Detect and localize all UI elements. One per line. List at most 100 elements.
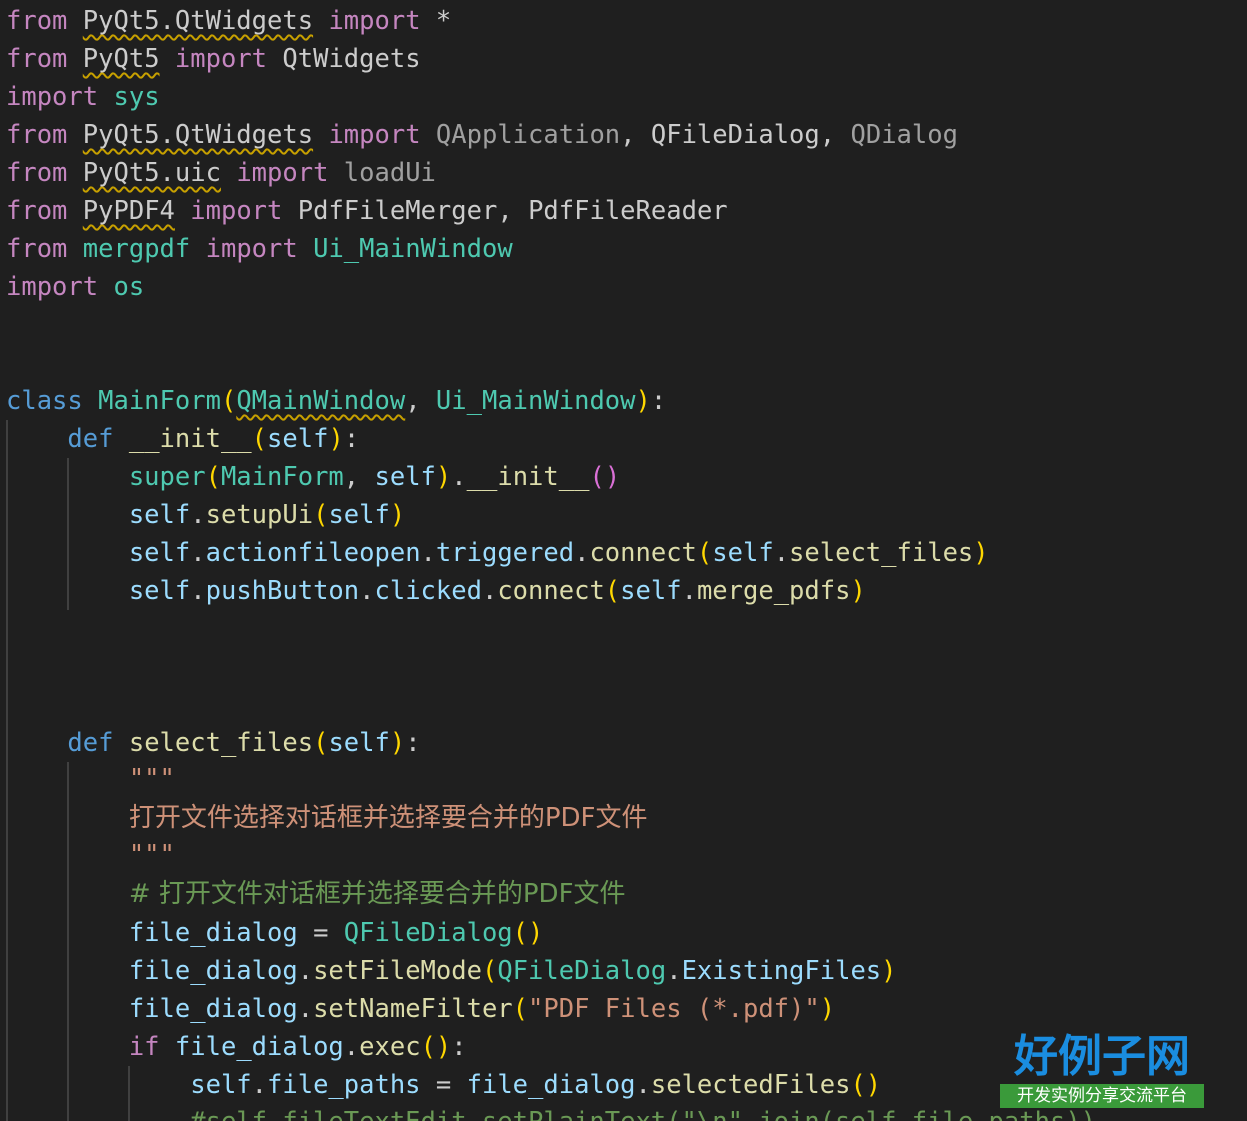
keyword: class — [6, 386, 83, 416]
method-name: __init__ — [466, 462, 590, 492]
class-name: QFileDialog — [343, 918, 513, 948]
self-ref: self — [128, 576, 191, 606]
code-line-20[interactable]: file_dialog = QFileDialog() — [6, 914, 544, 952]
site-watermark-logo: 好例子网 开发实例分享交流平台 — [1000, 1030, 1204, 1110]
module-name: mergpdf — [82, 234, 191, 264]
method-name: setupUi — [205, 500, 314, 530]
class-name: MainForm — [220, 462, 344, 492]
self-ref: self — [128, 500, 191, 530]
parameter: self — [267, 424, 329, 454]
code-line-24[interactable]: self.file_paths = file_dialog.selectedFi… — [6, 1066, 881, 1104]
method-name: selectedFiles — [650, 1070, 851, 1100]
module-name: PyQt5 — [82, 44, 160, 74]
keyword: import — [174, 44, 268, 74]
import-name: QtWidgets — [282, 44, 421, 74]
code-line-4[interactable]: from PyQt5.QtWidgets import QApplication… — [6, 116, 958, 154]
docstring-quote: """ — [128, 840, 175, 870]
code-line-10[interactable]: def __init__(self): — [6, 420, 359, 458]
code-line-18[interactable]: """ — [6, 836, 175, 874]
keyword: from — [6, 158, 68, 188]
self-ref: self — [128, 538, 191, 568]
code-line-7[interactable]: from mergpdf import Ui_MainWindow — [6, 230, 513, 268]
module-name: PyQt5.QtWidgets — [82, 120, 314, 150]
import-name: PdfFileReader — [528, 196, 728, 226]
variable: file_dialog — [128, 956, 298, 986]
keyword: def — [67, 424, 114, 454]
module-name: sys — [113, 82, 160, 112]
attribute: ExistingFiles — [681, 956, 882, 986]
wildcard: * — [435, 6, 452, 36]
module-name: PyQt5.uic — [82, 158, 221, 188]
keyword: import — [6, 272, 99, 302]
code-line-3[interactable]: import sys — [6, 78, 160, 116]
code-line-17[interactable]: 打开文件选择对话框并选择要合并的PDF文件 — [6, 799, 648, 837]
self-ref: self — [712, 538, 774, 568]
self-ref: self — [190, 1070, 252, 1100]
function-name: select_files — [128, 728, 314, 758]
keyword: from — [6, 234, 68, 264]
code-editor[interactable]: from PyQt5.QtWidgets import * from PyQt5… — [0, 0, 1247, 1121]
keyword: import — [328, 120, 421, 150]
method-name: exec — [359, 1032, 421, 1062]
code-line-23[interactable]: if file_dialog.exec(): — [6, 1028, 467, 1066]
attribute: pushButton — [205, 576, 360, 606]
self-ref: self — [328, 500, 390, 530]
code-line-12[interactable]: self.setupUi(self) — [6, 496, 405, 534]
method-name: merge_pdfs — [696, 576, 851, 606]
keyword: import — [6, 82, 99, 112]
code-line-22[interactable]: file_dialog.setNameFilter("PDF Files (*.… — [6, 990, 835, 1028]
code-line-25[interactable]: #self.fileTextEdit.setPlainText("\n".joi… — [6, 1103, 1096, 1121]
string-literal: "PDF Files (*.pdf)" — [528, 994, 820, 1024]
import-name: QDialog — [850, 120, 958, 150]
keyword: if — [128, 1032, 160, 1062]
code-line-9[interactable]: class MainForm(QMainWindow, Ui_MainWindo… — [6, 382, 666, 420]
base-class: QMainWindow — [236, 386, 406, 416]
keyword: import — [190, 196, 283, 226]
module-name: PyQt5.QtWidgets — [82, 6, 314, 36]
code-line-8[interactable]: import os — [6, 268, 144, 306]
import-name: PdfFileMerger — [297, 196, 498, 226]
watermark-title: 好例子网 — [1014, 1031, 1190, 1082]
code-line-11[interactable]: super(MainForm, self).__init__() — [6, 458, 620, 496]
keyword: import — [205, 234, 298, 264]
docstring-quote: """ — [128, 764, 175, 794]
code-line-14[interactable]: self.pushButton.clicked.connect(self.mer… — [6, 572, 866, 610]
code-line-6[interactable]: from PyPDF4 import PdfFileMerger, PdfFil… — [6, 192, 728, 230]
method-name: setNameFilter — [313, 994, 513, 1024]
code-line-21[interactable]: file_dialog.setFileMode(QFileDialog.Exis… — [6, 952, 897, 990]
keyword: from — [6, 6, 68, 36]
variable: file_dialog — [466, 1070, 636, 1100]
watermark-subtitle: 开发实例分享交流平台 — [1000, 1084, 1204, 1108]
variable: file_dialog — [128, 994, 298, 1024]
keyword: from — [6, 120, 68, 150]
variable: file_dialog — [174, 1032, 344, 1062]
code-line-16[interactable]: """ — [6, 760, 175, 798]
code-line-5[interactable]: from PyQt5.uic import loadUi — [6, 154, 436, 192]
import-name: QFileDialog — [650, 120, 820, 150]
code-line-19[interactable]: # 打开文件对话框并选择要合并的PDF文件 — [6, 875, 626, 913]
method-name: connect — [589, 538, 697, 568]
code-line-2[interactable]: from PyQt5 import QtWidgets — [6, 40, 421, 78]
keyword: import — [328, 6, 421, 36]
import-name: QApplication — [435, 120, 621, 150]
comment: # 打开文件对话框并选择要合并的PDF文件 — [128, 879, 626, 909]
keyword: import — [236, 158, 329, 188]
comment: #self.fileTextEdit.setPlainText("\n".joi… — [190, 1107, 1096, 1121]
module-name: os — [113, 272, 145, 302]
import-name: loadUi — [343, 158, 436, 188]
code-line-13[interactable]: self.actionfileopen.triggered.connect(se… — [6, 534, 989, 572]
keyword: from — [6, 196, 68, 226]
parameter: self — [328, 728, 390, 758]
attribute: clicked — [374, 576, 482, 606]
self-ref: self — [374, 462, 436, 492]
import-name: Ui_MainWindow — [313, 234, 513, 264]
code-line-1[interactable]: from PyQt5.QtWidgets import * — [6, 2, 451, 40]
class-name: MainForm — [98, 386, 221, 416]
code-line-15[interactable]: def select_files(self): — [6, 724, 420, 762]
class-name: QFileDialog — [497, 956, 667, 986]
variable: file_dialog — [128, 918, 298, 948]
method-name: setFileMode — [313, 956, 482, 986]
attribute: file_paths — [267, 1070, 421, 1100]
builtin: super — [128, 462, 206, 492]
self-ref: self — [620, 576, 682, 606]
